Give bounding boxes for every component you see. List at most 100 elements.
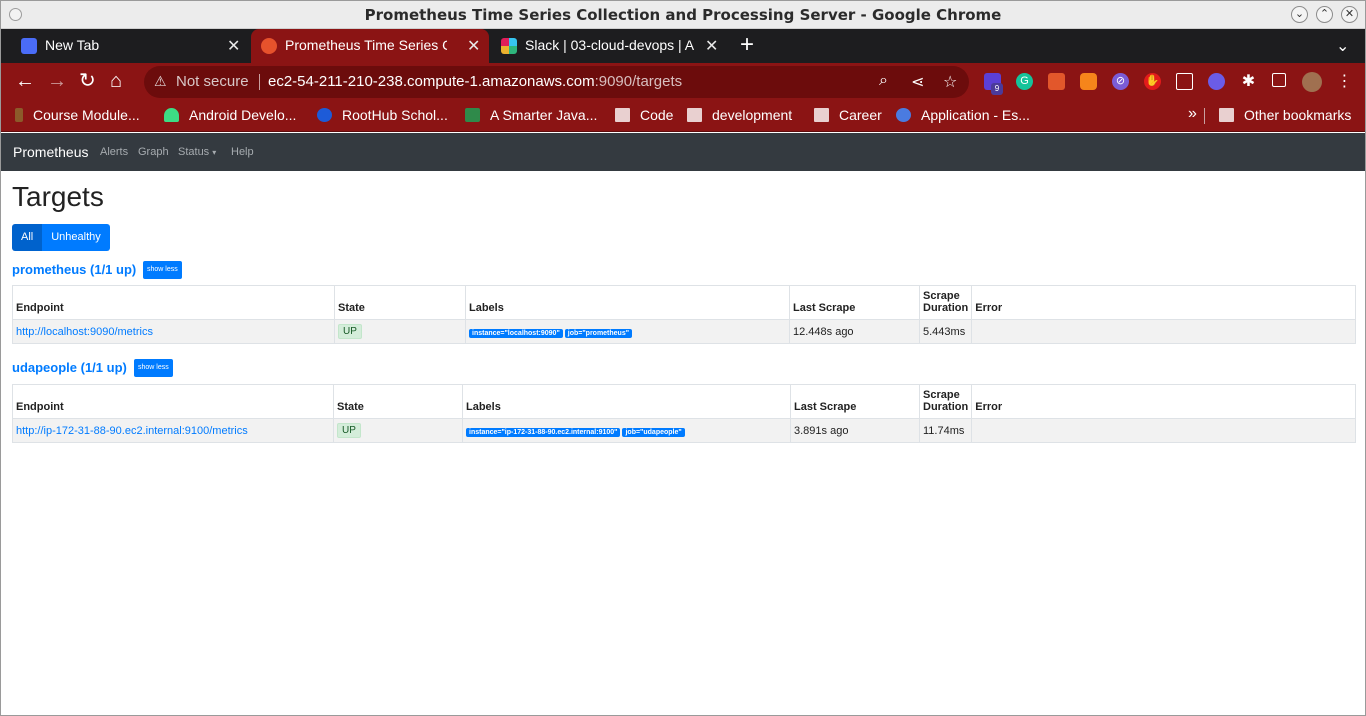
new-tab-button[interactable]: + [740, 31, 754, 59]
folder-icon [814, 108, 829, 122]
pool-title-prometheus[interactable]: prometheus (1/1 up) [12, 262, 136, 277]
extension-icon[interactable] [1048, 73, 1065, 90]
maximize-button[interactable]: ⌃ [1316, 6, 1333, 23]
column-header-last-scrape: Last Scrape [789, 285, 920, 320]
bookmark-label: A Smarter Java... [490, 107, 598, 123]
endpoint-link[interactable]: http://ip-172-31-88-90.ec2.internal:9100… [16, 425, 248, 437]
picture-in-picture-icon[interactable] [1176, 73, 1193, 90]
tab-new-tab[interactable]: New Tab ✕ [1, 29, 249, 63]
forward-button[interactable]: → [47, 71, 67, 91]
column-header-endpoint: Endpoint [12, 285, 335, 320]
bookmark-folder-career[interactable]: Career [814, 107, 882, 123]
tab-label: Slack | 03-cloud-devops | A [525, 37, 695, 53]
bookmark-label: Application - Es... [921, 107, 1030, 123]
tab-prometheus[interactable]: Prometheus Time Series Co ✕ [251, 29, 489, 63]
profile-avatar[interactable] [1302, 72, 1322, 92]
bookmark-favicon-icon [15, 108, 23, 122]
metamask-icon[interactable] [1080, 73, 1097, 90]
tab-close-icon[interactable]: ✕ [227, 36, 240, 56]
prometheus-navbar: Prometheus Alerts Graph Status ▾ Help [1, 133, 1365, 171]
bookmark-star-icon[interactable]: ☆ [943, 72, 957, 92]
reload-button[interactable]: ↻ [79, 71, 96, 91]
filter-all-button[interactable]: All [12, 224, 43, 251]
show-less-button[interactable]: show less [143, 261, 182, 279]
column-header-scrape-duration: Scrape Duration [918, 384, 973, 419]
pool-title-udapeople[interactable]: udapeople (1/1 up) [12, 360, 127, 375]
bookmark-folder-code[interactable]: Code [615, 107, 673, 123]
bookmark-label: Android Develo... [189, 107, 297, 123]
roothub-icon [317, 108, 332, 122]
last-scrape-value: 3.891s ago [790, 418, 920, 443]
prometheus-brand-link[interactable]: Prometheus [13, 144, 88, 160]
side-panel-icon[interactable] [1272, 73, 1286, 87]
column-header-scrape-duration: Scrape Duration [918, 285, 973, 320]
other-bookmarks-folder[interactable]: Other bookmarks [1219, 107, 1351, 123]
tab-search-button[interactable]: ⌄ [1336, 36, 1349, 56]
tab-close-icon[interactable]: ✕ [467, 36, 480, 56]
tab-slack[interactable]: Slack | 03-cloud-devops | A ✕ [491, 29, 731, 63]
chrome-menu-icon[interactable]: ⋮ [1335, 73, 1353, 90]
bookmark-item[interactable]: RootHub Schol... [317, 107, 448, 123]
state-badge: UP [337, 423, 361, 438]
table-row: http://ip-172-31-88-90.ec2.internal:9100… [12, 418, 1356, 443]
column-header-state: State [334, 285, 466, 320]
address-separator [259, 74, 260, 90]
url-path: :9090/targets [594, 73, 683, 90]
back-button[interactable]: ← [15, 71, 35, 91]
page-title: Targets [12, 181, 104, 212]
show-less-button[interactable]: show less [134, 359, 173, 377]
header-line: Duration [923, 302, 969, 314]
bookmark-item[interactable]: Application - Es... [896, 107, 1030, 123]
bookmark-item[interactable]: Course Module... [15, 107, 140, 123]
browser-toolbar: ← → ↻ ⌂ ⚠ Not secure ec2-54-211-210-238.… [1, 63, 1365, 101]
table-header-row: Endpoint State Labels Last Scrape Scrape… [12, 384, 1356, 419]
share-icon[interactable]: ⋖ [911, 72, 924, 92]
prometheus-favicon-icon [261, 38, 277, 54]
nav-status-label: Status [178, 146, 210, 158]
header-line: Duration [923, 401, 969, 413]
bookmark-item[interactable]: Android Develo... [164, 107, 296, 123]
hand-stop-icon[interactable]: ✋ [1144, 73, 1161, 90]
window-title: Prometheus Time Series Collection and Pr… [364, 6, 1002, 24]
slack-favicon-icon [501, 38, 517, 54]
warning-icon[interactable]: ⚠ [154, 73, 167, 90]
endpoint-link[interactable]: http://localhost:9090/metrics [16, 326, 153, 338]
column-header-endpoint: Endpoint [12, 384, 334, 419]
bookmark-label: Career [839, 107, 882, 123]
error-value [971, 319, 1356, 344]
bookmark-label: development [712, 107, 793, 123]
minimize-button[interactable]: ⌄ [1291, 6, 1308, 23]
home-button[interactable]: ⌂ [110, 71, 122, 91]
bookmarks-overflow-button[interactable]: » [1188, 105, 1197, 123]
url-host: ec2-54-211-210-238.compute-1.amazonaws.c… [268, 73, 595, 90]
header-line: Scrape [923, 389, 960, 401]
label-badge: job="udapeople" [622, 427, 685, 437]
nav-status-dropdown[interactable]: Status ▾ [178, 146, 216, 158]
url-text[interactable]: ec2-54-211-210-238.compute-1.amazonaws.c… [268, 73, 682, 90]
column-header-state: State [333, 384, 463, 419]
nav-graph-link[interactable]: Graph [138, 146, 169, 158]
filter-unhealthy-button[interactable]: Unhealthy [42, 224, 110, 251]
page-content: Prometheus Alerts Graph Status ▾ Help Ta… [1, 133, 1365, 715]
close-window-button[interactable]: ✕ [1341, 6, 1358, 23]
label-badge: instance="localhost:9090" [469, 328, 563, 338]
android-icon [164, 108, 179, 122]
security-label[interactable]: Not secure [176, 73, 249, 90]
grammarly-icon[interactable]: G [1016, 73, 1033, 90]
tab-close-icon[interactable]: ✕ [705, 36, 718, 56]
blocker-icon[interactable]: ⊘ [1112, 73, 1129, 90]
bookmark-label: Code [640, 107, 674, 123]
application-icon [896, 108, 911, 122]
extensions-puzzle-icon[interactable]: ✱ [1240, 73, 1257, 90]
nav-alerts-link[interactable]: Alerts [100, 146, 128, 158]
tab-label: Prometheus Time Series Co [285, 37, 447, 53]
nav-help-link[interactable]: Help [231, 146, 254, 158]
zoom-icon[interactable]: ⌕ [879, 72, 888, 90]
bookmark-folder-development[interactable]: development [687, 107, 792, 123]
tab-strip: New Tab ✕ Prometheus Time Series Co ✕ Sl… [1, 29, 1365, 63]
address-bar[interactable]: ⚠ Not secure ec2-54-211-210-238.compute-… [144, 66, 969, 98]
bookmark-item[interactable]: A Smarter Java... [465, 107, 597, 123]
chat-extension-icon[interactable] [1208, 73, 1225, 90]
bookmarks-divider [1204, 108, 1205, 124]
scrape-duration-value: 5.443ms [918, 319, 973, 344]
